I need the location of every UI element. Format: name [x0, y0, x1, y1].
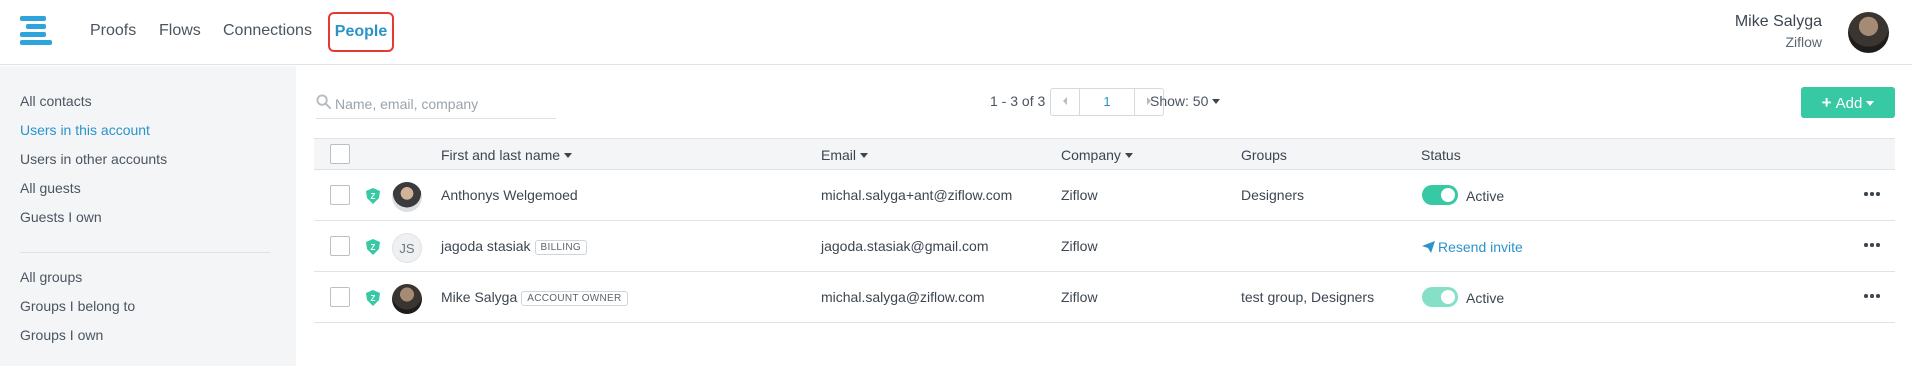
sidebar-item-groups-i-belong-to[interactable]: Groups I belong to [20, 298, 135, 314]
table-row[interactable]: Z JS jagoda stasiak BILLING jagoda.stasia… [314, 221, 1895, 272]
role-badge: ACCOUNT OWNER [521, 291, 628, 306]
user-name: Mike Salyga [441, 289, 518, 305]
page-size-select[interactable]: Show: 50 [1150, 93, 1221, 109]
svg-text:Z: Z [371, 294, 376, 303]
nav-flows[interactable]: Flows [159, 22, 201, 40]
row-checkbox[interactable] [330, 236, 350, 256]
ziflow-logo-icon[interactable] [20, 16, 52, 46]
plus-icon: + [1821, 93, 1832, 112]
user-avatar[interactable] [1848, 12, 1889, 53]
user-name-cell[interactable]: Mike Salyga ACCOUNT OWNER [441, 289, 628, 306]
more-options-icon[interactable] [1864, 192, 1884, 196]
current-page[interactable]: 1 [1079, 89, 1135, 115]
more-options-icon[interactable] [1864, 243, 1884, 247]
chevron-down-icon [1124, 153, 1133, 158]
search-box [316, 93, 556, 119]
column-status: Status [1421, 147, 1461, 163]
column-name[interactable]: First and last name [441, 147, 573, 163]
sidebar-item-groups-i-own[interactable]: Groups I own [20, 327, 103, 343]
role-badge: BILLING [534, 240, 587, 255]
add-button-label: Add [1835, 95, 1863, 112]
avatar-initials: JS [392, 233, 422, 263]
sidebar-item-users-in-other-accounts[interactable]: Users in other accounts [20, 151, 167, 167]
search-input[interactable] [335, 93, 550, 115]
resend-invite-link[interactable]: Resend invite [1422, 239, 1523, 255]
table-row[interactable]: Z Anthonys Welgemoed michal.salyga+ant@z… [314, 170, 1895, 221]
table-header: First and last name Email Company Groups… [314, 138, 1895, 170]
chevron-down-icon [1212, 99, 1221, 104]
column-name-label: First and last name [441, 147, 561, 163]
page-size-label: Show: 50 [1150, 93, 1209, 109]
sidebar-item-all-groups[interactable]: All groups [20, 269, 82, 285]
avatar [392, 182, 422, 212]
nav-connections[interactable]: Connections [223, 22, 312, 40]
ziflow-shield-icon: Z [366, 188, 380, 204]
pager: 1 [1050, 88, 1164, 116]
ziflow-shield-icon: Z [366, 239, 380, 255]
user-email: michal.salyga@ziflow.com [821, 289, 985, 305]
top-bar: Proofs Flows Connections People Mike Sal… [0, 0, 1912, 65]
sidebar-item-users-in-this-account[interactable]: Users in this account [20, 122, 150, 138]
status-label: Active [1466, 290, 1505, 306]
resend-invite-label: Resend invite [1438, 239, 1523, 255]
user-company: Ziflow [1061, 187, 1098, 203]
select-all-checkbox[interactable] [330, 144, 350, 164]
paper-plane-icon [1422, 241, 1435, 253]
nav-people[interactable]: People [328, 12, 394, 52]
sidebar-item-all-contacts[interactable]: All contacts [20, 93, 92, 109]
previous-page-button[interactable] [1051, 89, 1079, 115]
user-groups: test group, Designers [1241, 289, 1375, 305]
svg-text:Z: Z [371, 243, 376, 252]
column-company[interactable]: Company [1061, 147, 1133, 163]
chevron-left-icon [1063, 97, 1068, 105]
nav-proofs[interactable]: Proofs [90, 22, 136, 40]
user-name: jagoda stasiak [441, 238, 531, 254]
column-email[interactable]: Email [821, 147, 869, 163]
user-name-cell[interactable]: jagoda stasiak BILLING [441, 238, 587, 255]
column-email-label: Email [821, 147, 857, 163]
more-options-icon[interactable] [1864, 294, 1884, 298]
user-name: Mike Salyga [1734, 13, 1822, 30]
ziflow-shield-icon: Z [366, 290, 380, 306]
user-company: Ziflow [1061, 238, 1098, 254]
user-organization: Ziflow [1785, 34, 1822, 50]
search-icon [316, 94, 331, 109]
chevron-down-icon [1866, 101, 1875, 106]
column-company-label: Company [1061, 147, 1121, 163]
chevron-down-icon [860, 153, 869, 158]
user-groups: Designers [1241, 187, 1305, 203]
user-email: jagoda.stasiak@gmail.com [821, 238, 989, 254]
user-name[interactable]: Anthonys Welgemoed [441, 187, 578, 203]
sidebar-item-guests-i-own[interactable]: Guests I own [20, 209, 102, 225]
sidebar: All contacts Users in this account Users… [0, 66, 296, 366]
status-toggle[interactable] [1422, 287, 1458, 307]
avatar [392, 284, 422, 314]
svg-text:Z: Z [371, 192, 376, 201]
result-count: 1 - 3 of 3 [990, 93, 1046, 109]
user-company: Ziflow [1061, 289, 1098, 305]
sidebar-item-all-guests[interactable]: All guests [20, 180, 81, 196]
user-menu[interactable]: Mike Salyga Ziflow [1735, 13, 1822, 50]
add-button[interactable]: + Add [1801, 87, 1895, 118]
column-groups: Groups [1241, 147, 1287, 163]
sidebar-divider [20, 252, 270, 253]
status-label: Active [1466, 188, 1505, 204]
row-checkbox[interactable] [330, 287, 350, 307]
chevron-down-icon [564, 153, 573, 158]
table-row[interactable]: Z Mike Salyga ACCOUNT OWNER michal.salyga… [314, 272, 1895, 323]
user-email: michal.salyga+ant@ziflow.com [821, 187, 1013, 203]
row-checkbox[interactable] [330, 185, 350, 205]
status-toggle[interactable] [1422, 185, 1458, 205]
